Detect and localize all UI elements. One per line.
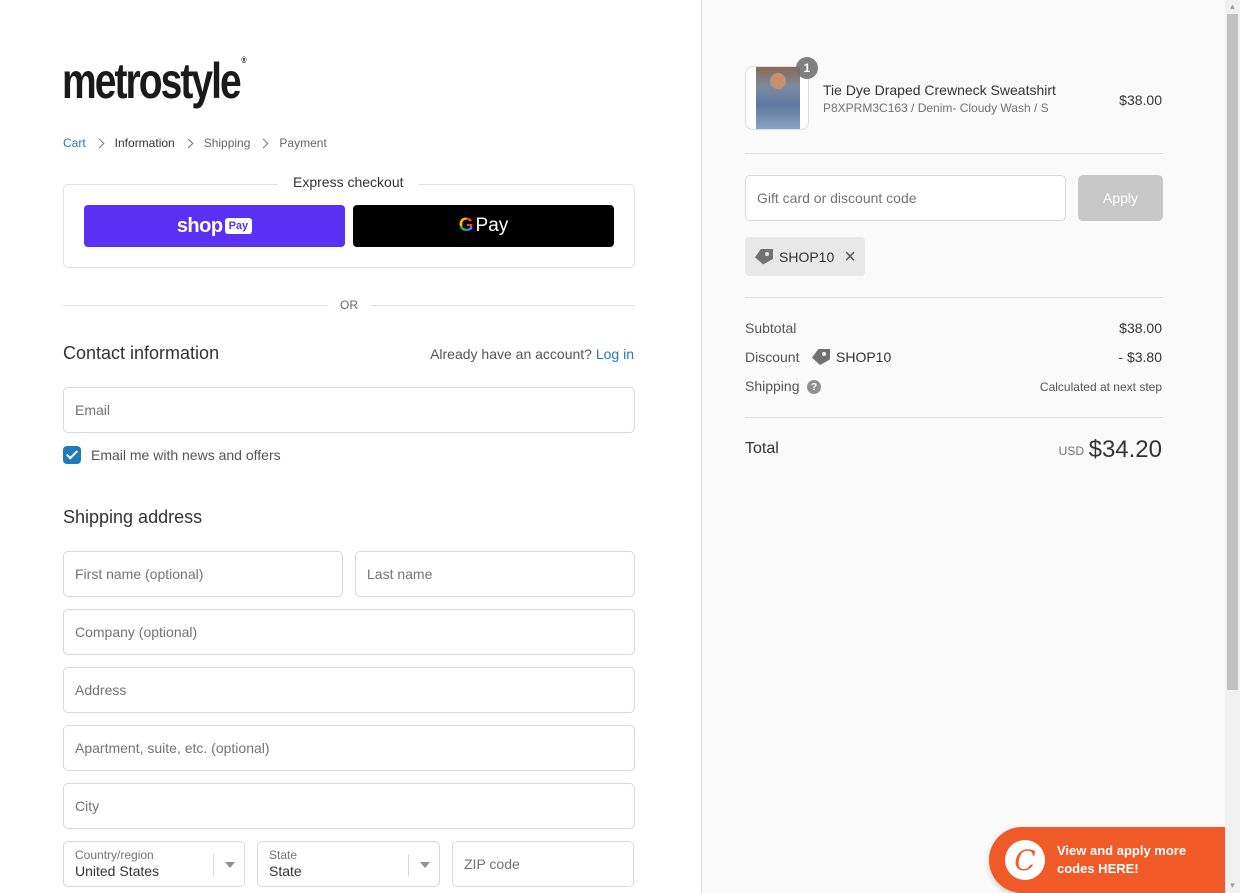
newsletter-option[interactable]: Email me with news and offers [63, 446, 281, 464]
breadcrumb: Cart Information Shipping Payment [63, 136, 327, 150]
company-field[interactable]: Company (optional) [63, 609, 635, 655]
country-label: Country/region [75, 848, 154, 862]
apartment-placeholder: Apartment, suite, etc. (optional) [75, 740, 270, 756]
city-field[interactable]: City [63, 783, 635, 829]
product-name: Tie Dye Draped Crewneck Sweatshirt [823, 82, 1056, 98]
discount-value: - $3.80 [1118, 349, 1162, 365]
last-name-field[interactable]: Last name [355, 551, 635, 597]
applied-discount-code: SHOP10 [779, 248, 835, 265]
last-name-placeholder: Last name [367, 566, 433, 582]
subtotal-value: $38.00 [1119, 320, 1162, 336]
google-g-icon: G [458, 215, 474, 236]
breadcrumb-information: Information [114, 136, 175, 150]
chevron-right-icon [183, 138, 194, 148]
account-prompt: Already have an account? Log in [430, 346, 634, 362]
total-value: $34.20 [1088, 436, 1162, 463]
shop-pay-badge: Pay [224, 218, 253, 234]
google-pay-label: Pay [475, 215, 509, 236]
select-divider [408, 854, 409, 876]
chevron-right-icon [258, 138, 269, 148]
discount-code-input[interactable]: Gift card or discount code [745, 175, 1066, 221]
city-placeholder: City [75, 798, 100, 814]
chevron-right-icon [94, 138, 105, 148]
apply-button[interactable]: Apply [1078, 175, 1163, 221]
scrollbar-thumb[interactable] [1227, 14, 1238, 690]
divider-left [63, 305, 327, 306]
shipping-label: Shipping [745, 378, 800, 394]
scroll-up-icon[interactable]: ▲ [1225, 0, 1240, 14]
breadcrumb-shipping: Shipping [203, 136, 251, 150]
address-field[interactable]: Address [63, 667, 635, 713]
shipping-address-title: Shipping address [63, 507, 203, 527]
email-field[interactable]: Email [63, 387, 635, 433]
tag-icon [755, 248, 773, 265]
breadcrumb-cart[interactable]: Cart [63, 136, 86, 150]
logo-registered-mark: ® [241, 55, 247, 65]
shop-pay-button[interactable]: shop Pay [84, 205, 345, 247]
coupon-widget-button[interactable]: C View and apply more codes HERE! [989, 827, 1225, 893]
currency-code: USD [1058, 444, 1084, 458]
google-pay-button[interactable]: G Pay [353, 205, 614, 247]
discount-code-text: SHOP10 [836, 349, 892, 365]
apartment-field[interactable]: Apartment, suite, etc. (optional) [63, 725, 635, 771]
shop-pay-logo-text: shop [176, 214, 223, 237]
shipping-note: Calculated at next step [1039, 380, 1162, 394]
email-placeholder: Email [75, 402, 111, 418]
scroll-down-icon[interactable]: ▼ [1225, 879, 1240, 893]
login-link[interactable]: Log in [596, 346, 634, 362]
company-placeholder: Company (optional) [75, 624, 198, 640]
caret-down-icon [420, 862, 430, 868]
tag-icon [812, 349, 830, 365]
coupon-widget-text: View and apply more codes HERE! [1057, 843, 1187, 876]
state-value: State [269, 863, 302, 879]
help-icon[interactable]: ? [807, 380, 821, 394]
quantity-badge: 1 [796, 57, 818, 79]
state-select[interactable]: State State [257, 841, 440, 887]
store-logo[interactable]: metrostyle ® [62, 53, 247, 109]
country-select[interactable]: Country/region United States [63, 841, 245, 887]
scrollbar[interactable]: ▲ ▼ [1225, 0, 1240, 893]
summary-divider [745, 153, 1163, 154]
contact-information-title: Contact information [63, 343, 220, 363]
newsletter-label: Email me with news and offers [91, 447, 281, 463]
discount-label: Discount [745, 349, 800, 365]
logo-text: metrostyle [62, 53, 242, 109]
or-separator: OR [340, 298, 358, 312]
newsletter-checkbox[interactable] [63, 446, 81, 464]
divider-right [371, 305, 635, 306]
applied-discount-tag: SHOP10 × [745, 237, 865, 276]
select-divider [213, 854, 214, 876]
product-price: $38.00 [1119, 92, 1162, 108]
first-name-field[interactable]: First name (optional) [63, 551, 343, 597]
subtotal-label: Subtotal [745, 320, 797, 336]
account-prompt-text: Already have an account? [430, 346, 592, 362]
first-name-placeholder: First name (optional) [75, 566, 204, 582]
zip-code-field[interactable]: ZIP code [452, 841, 634, 887]
product-image [756, 67, 800, 129]
product-variant: P8XPRM3C163 / Denim- Cloudy Wash / S [823, 101, 1049, 115]
state-label: State [269, 848, 298, 862]
zip-placeholder: ZIP code [464, 856, 520, 872]
discount-code-placeholder: Gift card or discount code [757, 190, 917, 206]
express-checkout-title: Express checkout [278, 174, 419, 190]
close-icon[interactable]: × [844, 247, 856, 267]
summary-divider [745, 417, 1163, 418]
address-placeholder: Address [75, 682, 127, 698]
coupon-logo-icon: C [1005, 840, 1045, 880]
breadcrumb-payment: Payment [279, 136, 327, 150]
summary-divider [745, 297, 1163, 298]
caret-down-icon [225, 862, 235, 868]
total-label: Total [745, 440, 779, 457]
discount-code-display: SHOP10 [812, 349, 891, 365]
country-value: United States [75, 863, 160, 879]
